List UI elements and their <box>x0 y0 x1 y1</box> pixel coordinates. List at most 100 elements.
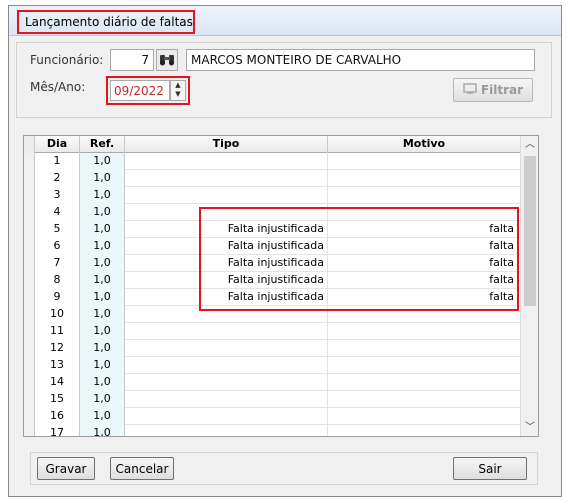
cell-ref: 1,0 <box>80 340 125 357</box>
cell-tipo[interactable] <box>125 391 328 408</box>
row-indicator <box>24 170 35 187</box>
row-indicator <box>24 323 35 340</box>
cell-dia: 10 <box>35 306 80 323</box>
cell-motivo[interactable] <box>328 153 516 170</box>
cell-tipo[interactable] <box>125 170 328 187</box>
table-row[interactable]: 1 1,0 <box>24 153 520 170</box>
cell-dia: 13 <box>35 357 80 374</box>
spin-down-icon[interactable]: ▼ <box>171 90 185 99</box>
cell-dia: 8 <box>35 272 80 289</box>
cell-motivo[interactable] <box>328 323 516 340</box>
column-motivo[interactable]: Motivo <box>328 136 520 153</box>
mes-ano-spinner[interactable]: ▲ ▼ <box>170 80 186 101</box>
cell-ref: 1,0 <box>80 289 125 306</box>
cell-dia: 11 <box>35 323 80 340</box>
cell-motivo[interactable] <box>328 170 516 187</box>
cell-tipo[interactable] <box>125 153 328 170</box>
cell-dia: 7 <box>35 255 80 272</box>
cell-dia: 3 <box>35 187 80 204</box>
table-row[interactable]: 17 1,0 <box>24 425 520 436</box>
row-indicator <box>24 238 35 255</box>
gravar-button[interactable]: Gravar <box>37 457 95 480</box>
cell-ref: 1,0 <box>80 357 125 374</box>
cell-ref: 1,0 <box>80 323 125 340</box>
scroll-thumb[interactable] <box>524 156 536 306</box>
row-indicator <box>24 374 35 391</box>
scroll-down-icon[interactable]: ﹀ <box>521 419 538 436</box>
table-row[interactable]: 12 1,0 <box>24 340 520 357</box>
cell-tipo[interactable] <box>125 374 328 391</box>
cell-ref: 1,0 <box>80 425 125 436</box>
row-indicator <box>24 272 35 289</box>
cell-motivo[interactable] <box>328 357 516 374</box>
table-row[interactable]: 3 1,0 <box>24 187 520 204</box>
table-row[interactable]: 16 1,0 <box>24 408 520 425</box>
absence-rows-highlight <box>199 207 519 311</box>
cell-tipo[interactable] <box>125 340 328 357</box>
scroll-up-icon[interactable]: ︿ <box>521 136 538 153</box>
table-row[interactable]: 14 1,0 <box>24 374 520 391</box>
filtrar-label: Filtrar <box>480 83 524 97</box>
vertical-scrollbar[interactable]: ︿ ﹀ <box>520 136 538 436</box>
cell-dia: 1 <box>35 153 80 170</box>
cell-motivo[interactable] <box>328 425 516 436</box>
cell-ref: 1,0 <box>80 374 125 391</box>
cell-tipo[interactable] <box>125 425 328 436</box>
cell-motivo[interactable] <box>328 187 516 204</box>
cell-motivo[interactable] <box>328 391 516 408</box>
cell-tipo[interactable] <box>125 408 328 425</box>
filter-icon <box>463 80 477 102</box>
cell-dia: 14 <box>35 374 80 391</box>
cancelar-button[interactable]: Cancelar <box>110 457 174 480</box>
cell-ref: 1,0 <box>80 391 125 408</box>
cell-ref: 1,0 <box>80 255 125 272</box>
cell-motivo[interactable] <box>328 374 516 391</box>
cell-dia: 4 <box>35 204 80 221</box>
cell-ref: 1,0 <box>80 170 125 187</box>
sair-button[interactable]: Sair <box>453 457 527 480</box>
row-indicator <box>24 391 35 408</box>
cell-ref: 1,0 <box>80 221 125 238</box>
table-row[interactable]: 2 1,0 <box>24 170 520 187</box>
cell-tipo[interactable] <box>125 323 328 340</box>
row-indicator <box>24 306 35 323</box>
mes-ano-input[interactable]: 09/2022 <box>110 80 170 101</box>
table-row[interactable]: 15 1,0 <box>24 391 520 408</box>
title-bar: Lançamento diário de faltas <box>9 6 561 36</box>
cell-dia: 9 <box>35 289 80 306</box>
spin-up-icon[interactable]: ▲ <box>171 81 185 90</box>
row-indicator <box>24 340 35 357</box>
cell-dia: 16 <box>35 408 80 425</box>
funcionario-code-field[interactable]: 7 <box>110 49 154 71</box>
cell-motivo[interactable] <box>328 408 516 425</box>
cell-ref: 1,0 <box>80 204 125 221</box>
cell-dia: 5 <box>35 221 80 238</box>
column-tipo[interactable]: Tipo <box>125 136 328 153</box>
row-indicator <box>24 187 35 204</box>
window-title: Lançamento diário de faltas <box>17 10 195 34</box>
filtrar-button[interactable]: Filtrar <box>453 78 533 102</box>
column-ref[interactable]: Ref. <box>80 136 125 153</box>
cell-dia: 15 <box>35 391 80 408</box>
row-indicator <box>24 221 35 238</box>
column-dia[interactable]: Dia <box>35 136 80 153</box>
row-indicator <box>24 204 35 221</box>
binoculars-icon[interactable] <box>156 49 178 71</box>
funcionario-name-field: MARCOS MONTEIRO DE CARVALHO <box>186 49 535 71</box>
table-row[interactable]: 11 1,0 <box>24 323 520 340</box>
cell-motivo[interactable] <box>328 340 516 357</box>
row-indicator <box>24 289 35 306</box>
cell-dia: 12 <box>35 340 80 357</box>
funcionario-label: Funcionário: <box>30 53 104 67</box>
row-indicator <box>24 255 35 272</box>
row-indicator <box>24 425 35 436</box>
cell-tipo[interactable] <box>125 187 328 204</box>
cell-dia: 2 <box>35 170 80 187</box>
cell-tipo[interactable] <box>125 357 328 374</box>
row-indicator <box>24 153 35 170</box>
cell-ref: 1,0 <box>80 187 125 204</box>
table-row[interactable]: 13 1,0 <box>24 357 520 374</box>
cell-dia: 6 <box>35 238 80 255</box>
row-indicator-header <box>24 136 35 153</box>
cell-ref: 1,0 <box>80 408 125 425</box>
